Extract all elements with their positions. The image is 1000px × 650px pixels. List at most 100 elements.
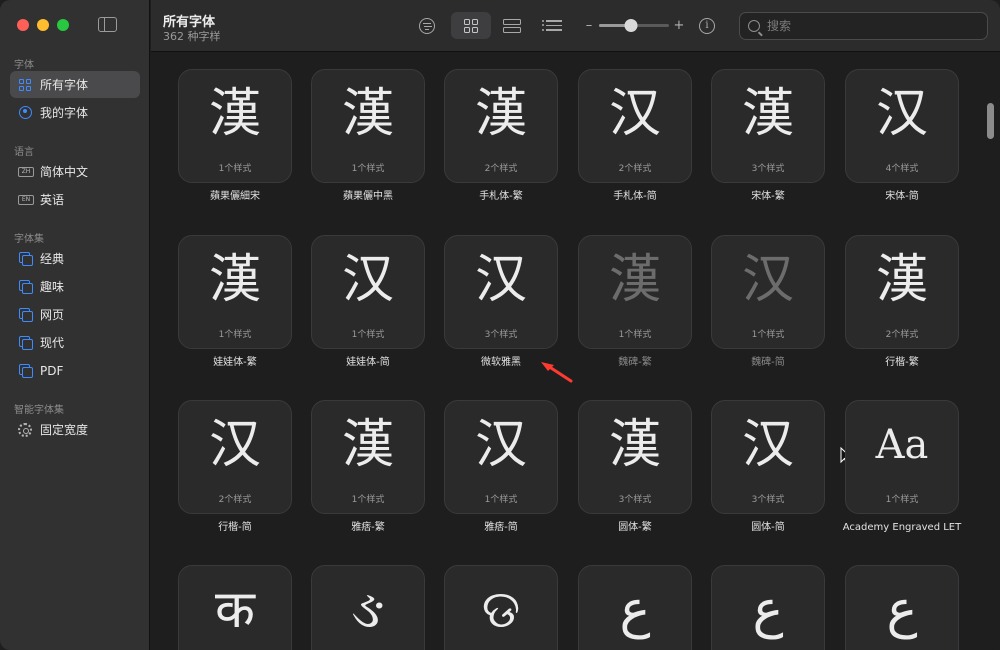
font-card[interactable]: Aa 1个样式 <box>845 400 959 514</box>
sidebar-toggle-icon[interactable] <box>98 17 117 32</box>
sidebar-item-label: 我的字体 <box>40 106 89 120</box>
font-card[interactable]: 漢 1个样式 <box>178 69 292 183</box>
font-name[interactable]: 宋体-繁 <box>698 191 838 203</box>
font-name[interactable]: 蘋果儷中黑 <box>298 191 438 203</box>
font-card[interactable]: ع <box>578 565 692 650</box>
font-card[interactable]: 漢 1个样式 <box>311 69 425 183</box>
sidebar-item-simplified-chinese[interactable]: ZH 简体中文 <box>10 158 140 185</box>
font-card[interactable]: ଡ <box>444 565 558 650</box>
sidebar-item-my-fonts[interactable]: 我的字体 <box>10 99 140 126</box>
list-view-button[interactable] <box>541 12 567 39</box>
font-grid: 漢 1个样式 蘋果儷細宋漢 1个样式 蘋果儷中黑漢 2个样式 手札体-繁汉 2个样式 手札体-简… <box>151 53 1000 650</box>
style-count: 3个样式 <box>751 495 785 505</box>
font-sample-glyph: 汉 <box>875 84 928 144</box>
scrollbar[interactable] <box>987 103 994 139</box>
font-sample-glyph: Aa <box>875 422 929 468</box>
filter-icon <box>419 17 435 34</box>
font-name[interactable]: 行楷-繁 <box>832 357 972 369</box>
list-view-icon <box>542 19 562 31</box>
font-card[interactable]: ઙ <box>311 565 425 650</box>
toolbar: 所有字体 362 种字样 – + i <box>151 0 1000 52</box>
font-card[interactable]: 汉 4个样式 <box>845 69 959 183</box>
font-card[interactable]: 汉 2个样式 <box>578 69 692 183</box>
zoom-track[interactable] <box>599 18 669 32</box>
font-name[interactable]: 雅痞-简 <box>431 522 571 534</box>
zoom-knob[interactable] <box>624 18 637 32</box>
font-name[interactable]: 行楷-简 <box>165 522 305 534</box>
font-card[interactable]: 漢 1个样式 <box>178 235 292 349</box>
font-sample-glyph: 漢 <box>208 250 261 310</box>
font-card[interactable]: 漢 3个样式 <box>711 69 825 183</box>
font-name[interactable]: 圆体-简 <box>698 522 838 534</box>
font-sample-glyph: 漢 <box>875 250 928 310</box>
sidebar-item-pdf[interactable]: PDF <box>10 357 140 384</box>
grid-view-button[interactable] <box>451 12 491 39</box>
font-name[interactable]: 娃娃体-繁 <box>165 357 305 369</box>
sidebar-item-fun[interactable]: 趣味 <box>10 273 140 300</box>
font-sample-glyph: 漢 <box>208 84 261 144</box>
style-count: 1个样式 <box>351 495 385 505</box>
font-name[interactable]: 雅痞-繁 <box>298 522 438 534</box>
font-name[interactable]: 魏碑-繁 <box>565 357 705 369</box>
font-card[interactable]: ع <box>845 565 959 650</box>
font-card[interactable]: ع <box>711 565 825 650</box>
sidebar-item-label: 趣味 <box>40 280 65 294</box>
sidebar-item-label: 简体中文 <box>40 165 89 179</box>
filter-button[interactable] <box>416 12 438 39</box>
style-count: 1个样式 <box>618 330 652 340</box>
font-sample-glyph: 漢 <box>341 415 394 475</box>
font-name[interactable]: 宋体-简 <box>832 191 972 203</box>
zoom-slider[interactable]: – + <box>583 17 685 33</box>
search-field[interactable] <box>739 12 988 40</box>
font-name[interactable]: Academy Engraved LET <box>832 522 972 534</box>
sidebar-item-all-fonts[interactable]: 所有字体 <box>10 71 140 98</box>
search-input[interactable] <box>767 19 967 33</box>
font-name[interactable]: 手札体-简 <box>565 191 705 203</box>
minimize-window-button[interactable] <box>37 19 49 31</box>
section-collections-heading: 字体集 <box>14 234 44 245</box>
grid-icon <box>18 78 32 92</box>
info-icon: i <box>699 17 715 34</box>
font-card[interactable]: 汉 1个样式 <box>444 400 558 514</box>
font-card[interactable]: 漢 2个样式 <box>444 69 558 183</box>
zoom-window-button[interactable] <box>57 19 69 31</box>
style-count: 1个样式 <box>351 330 385 340</box>
font-card[interactable]: 漢 3个样式 <box>578 400 692 514</box>
sidebar-item-fixed-width[interactable]: 固定宽度 <box>10 416 140 443</box>
person-icon <box>18 106 32 120</box>
font-card[interactable]: 汉 2个样式 <box>178 400 292 514</box>
font-card[interactable]: 汉 1个样式 <box>711 235 825 349</box>
font-card[interactable]: 漢 2个样式 <box>845 235 959 349</box>
zoom-in-icon[interactable]: + <box>673 18 685 33</box>
close-window-button[interactable] <box>17 19 29 31</box>
sidebar-item-english[interactable]: EN 英语 <box>10 186 140 213</box>
sidebar-item-classic[interactable]: 经典 <box>10 245 140 272</box>
font-sample-glyph: ઙ <box>351 580 385 640</box>
sidebar-item-modern[interactable]: 现代 <box>10 329 140 356</box>
collection-icon <box>18 280 33 294</box>
sidebar-item-label: 英语 <box>40 193 65 207</box>
font-card[interactable]: 漢 1个样式 <box>311 400 425 514</box>
font-name[interactable]: 微软雅黑 <box>431 357 571 369</box>
style-count: 1个样式 <box>351 164 385 174</box>
sidebar-item-label: 所有字体 <box>40 78 89 92</box>
info-button[interactable]: i <box>696 12 718 39</box>
font-card[interactable]: क <box>178 565 292 650</box>
font-card[interactable]: 漢 1个样式 <box>578 235 692 349</box>
section-language-heading: 语言 <box>14 147 34 158</box>
font-name[interactable]: 手札体-繁 <box>431 191 571 203</box>
font-card[interactable]: 汉 3个样式 <box>444 235 558 349</box>
zoom-out-icon[interactable]: – <box>583 18 595 33</box>
font-name[interactable]: 娃娃体-简 <box>298 357 438 369</box>
font-sample-glyph: 漢 <box>474 84 527 144</box>
font-card[interactable]: 汉 3个样式 <box>711 400 825 514</box>
sample-view-button[interactable] <box>497 12 527 39</box>
font-name[interactable]: 蘋果儷細宋 <box>165 191 305 203</box>
font-sample-glyph: क <box>215 580 255 640</box>
window-controls <box>17 19 69 31</box>
sidebar-item-web[interactable]: 网页 <box>10 301 140 328</box>
font-name[interactable]: 魏碑-简 <box>698 357 838 369</box>
font-card[interactable]: 汉 1个样式 <box>311 235 425 349</box>
font-name[interactable]: 圆体-繁 <box>565 522 705 534</box>
collection-icon <box>18 308 33 322</box>
